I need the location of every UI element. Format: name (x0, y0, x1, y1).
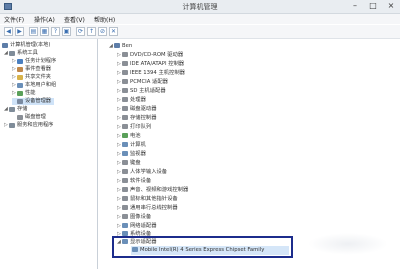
update-driver-icon[interactable]: ↑ (87, 27, 96, 36)
title-bar: 计算机管理 – □ × (0, 0, 400, 14)
menu-help[interactable]: 帮助(H) (94, 15, 115, 24)
tree-item-services-applications[interactable]: ▷ 服务和应用程序 (4, 122, 53, 129)
device-category[interactable]: ▷ 磁盘驱动器 (117, 105, 157, 114)
camera-icon (122, 214, 128, 219)
sd-host-icon (122, 88, 128, 93)
tree-item-computer-management[interactable]: 计算机管理(本地) (2, 42, 50, 49)
toolbar: ◀ ▶ ▤ ▦ ? ▣ ⟳ ↑ ⊘ ✕ (0, 25, 400, 39)
tree-item-device-manager[interactable]: 设备管理器 (12, 98, 54, 105)
software-device-icon (122, 178, 128, 183)
computer-icon (2, 43, 8, 48)
view-icon[interactable]: ▣ (62, 27, 71, 36)
forward-icon[interactable]: ▶ (15, 27, 24, 36)
console-tree-icon[interactable]: ▤ (29, 27, 38, 36)
help-icon[interactable]: ? (51, 27, 60, 36)
keyboard-icon (122, 160, 128, 165)
device-category[interactable]: ▷ 人体学输入设备 (117, 168, 167, 177)
tree-item-local-users-groups[interactable]: ▷ 本地用户和组 (12, 82, 56, 89)
ide-controller-icon (122, 61, 128, 66)
network-adapter-icon (122, 223, 128, 228)
minimize-button[interactable]: – (346, 0, 364, 12)
device-category[interactable]: ▷ 通用串行总线控制器 (117, 204, 178, 213)
close-button[interactable]: × (382, 0, 400, 12)
disable-device-icon[interactable]: ⊘ (98, 27, 107, 36)
back-icon[interactable]: ◀ (4, 27, 13, 36)
mouse-icon (122, 196, 128, 201)
tree-item-performance[interactable]: ▷ 性能 (12, 90, 35, 97)
device-category[interactable]: ▷ 软件设备 (117, 177, 151, 186)
device-category[interactable]: ▷ PCMCIA 适配器 (117, 78, 168, 87)
device-category[interactable]: ▷ 监视器 (117, 150, 146, 159)
disk-drive-icon (122, 106, 128, 111)
hid-icon (122, 169, 128, 174)
disk-icon (17, 115, 23, 120)
window-title: 计算机管理 (182, 3, 218, 11)
menu-bar: 文件(F) 操作(A) 查看(V) 帮助(H) (0, 14, 400, 24)
dvd-drive-icon (122, 52, 128, 57)
event-log-icon (17, 67, 23, 72)
device-category[interactable]: ▷ 图像设备 (117, 213, 151, 222)
tools-icon (9, 51, 15, 56)
menu-view[interactable]: 查看(V) (64, 15, 85, 24)
tree-item-storage[interactable]: ◢ 存储 (4, 106, 27, 113)
clock-icon (17, 59, 23, 64)
device-manager-icon (17, 99, 23, 104)
menu-file[interactable]: 文件(F) (4, 15, 24, 24)
device-category[interactable]: ▷ 计算机 (117, 141, 146, 150)
watermark (308, 233, 388, 255)
device-category[interactable]: ▷ 存储控制器 (117, 114, 157, 123)
ieee1394-icon (122, 70, 128, 75)
scan-hardware-icon[interactable]: ⟳ (76, 27, 85, 36)
device-category[interactable]: ▷ 键盘 (117, 159, 141, 168)
tree-item-event-viewer[interactable]: ▷ 事件查看器 (12, 66, 51, 73)
computer-icon (114, 43, 120, 48)
performance-icon (17, 91, 23, 96)
highlight-box (112, 236, 293, 258)
device-category[interactable]: ▷ 鼠标和其他指针设备 (117, 195, 178, 204)
battery-icon (122, 133, 128, 138)
pcmcia-icon (122, 79, 128, 84)
menu-action[interactable]: 操作(A) (34, 15, 55, 24)
maximize-button[interactable]: □ (364, 0, 382, 12)
device-category[interactable]: ▷ 打印队列 (117, 123, 151, 132)
monitor-icon (122, 151, 128, 156)
processor-icon (122, 97, 128, 102)
device-category[interactable]: ▷ IDE ATA/ATAPI 控制器 (117, 60, 184, 69)
device-category[interactable]: ▷ 电池 (117, 132, 141, 141)
uninstall-device-icon[interactable]: ✕ (109, 27, 118, 36)
device-category[interactable]: ▷ 处理器 (117, 96, 146, 105)
storage-controller-icon (122, 115, 128, 120)
device-tree-root[interactable]: ◢ Ben (109, 42, 132, 51)
device-category[interactable]: ▷ IEEE 1394 主机控制器 (117, 69, 185, 78)
folder-icon (17, 75, 23, 80)
sound-icon (122, 187, 128, 192)
users-icon (17, 83, 23, 88)
tree-item-task-scheduler[interactable]: ▷ 任务计划程序 (12, 58, 56, 65)
services-icon (9, 123, 15, 128)
computer-icon (122, 142, 128, 147)
tree-item-disk-management[interactable]: 磁盘管理 (12, 114, 46, 121)
properties-icon[interactable]: ▦ (40, 27, 49, 36)
device-category[interactable]: ▷ SD 主机适配器 (117, 87, 166, 96)
printer-icon (122, 124, 128, 129)
tree-item-shared-folders[interactable]: ▷ 共享文件夹 (12, 74, 51, 81)
device-category[interactable]: ▷ DVD/CD-ROM 驱动器 (117, 51, 183, 60)
usb-icon (122, 205, 128, 210)
device-category[interactable]: ▷ 声音、视频和游戏控制器 (117, 186, 188, 195)
storage-icon (9, 107, 15, 112)
console-tree: 计算机管理(本地) ◢ 系统工具 ▷ 任务计划程序 ▷ 事件查看器 ▷ 共享文件夹 ▷ 本… (0, 39, 98, 269)
tree-item-system-tools[interactable]: ◢ 系统工具 (4, 50, 38, 57)
